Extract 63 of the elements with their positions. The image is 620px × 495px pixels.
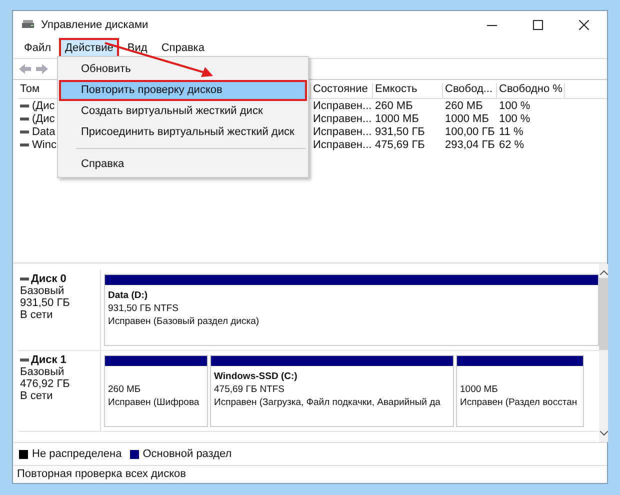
table-cell: 11 % [499,126,524,138]
disk-status: В сети [20,309,54,321]
partition-status: Исправен (Раздел восстан [460,396,578,409]
disk-type: Базовый [20,366,66,378]
scroll-up-icon[interactable] [600,270,608,275]
partition[interactable]: 1000 МБ Исправен (Раздел восстан [456,355,584,427]
table-cell: 931,50 ГБ [375,126,425,138]
column-header[interactable]: Свобод... [443,83,497,98]
window-title: Управление дисками [41,18,148,30]
menu-item[interactable]: Присоединить виртуальный жесткий диск [59,122,307,143]
table-cell: (Дис [32,112,55,124]
partition-title: Windows-SSD (C:) [214,370,298,383]
disk-name: Диск 0 [31,273,66,285]
menu-item[interactable]: Справка [155,38,210,58]
scrollbar[interactable] [599,264,608,442]
table-cell: 260 МБ [445,100,483,112]
table-cell: 62 % [499,138,524,150]
partition-size: 260 МБ [108,383,141,396]
menu-item[interactable]: Обновить [59,59,307,80]
scroll-down-icon[interactable] [600,431,608,436]
menu-item[interactable]: Файл [18,38,58,58]
partition-status: Исправен (Шифрова [108,396,200,409]
menu-item[interactable]: Справка [59,154,307,175]
legend-label: Основной раздел [142,448,232,460]
partition[interactable]: Windows-SSD (C:) 475,69 ГБ NTFS Исправен (Загрузка, Файл подкачки, Аварийный да [210,355,454,427]
column-header[interactable]: Емкость [373,83,443,98]
column-header[interactable]: Свободно % [497,83,565,98]
table-cell: (Дис [32,100,55,112]
disk-name: Диск 1 [31,354,66,366]
table-cell: Исправен... [313,100,372,112]
table-cell: 100 % [499,112,530,124]
partition-size: 931,50 ГБ NTFS [108,302,179,315]
disk-size: 931,50 ГБ [20,297,71,309]
partition-status: Исправен (Базовый раздел диска) [108,315,260,328]
table-cell: Исправен... [313,112,372,124]
table-cell: Data [32,126,56,138]
disk-icon [21,18,35,30]
table-cell: 100 % [499,100,530,112]
partition-size: 475,69 ГБ NTFS [214,383,285,396]
disk-type: Базовый [20,285,66,297]
menu-item[interactable]: Повторить проверку дисков [59,80,307,101]
table-cell: Winc [32,138,56,150]
table-cell: 100,00 ГБ [445,126,495,138]
menu-item[interactable]: Создать виртуальный жесткий диск [59,101,307,122]
column-header[interactable]: Состояние [311,83,373,98]
status-bar: Повторная проверка всех дисков [13,465,607,483]
partition[interactable]: Data (D:) 931,50 ГБ NTFS Исправен (Базовый раздел диска) [104,274,599,346]
table-cell: Исправен... [313,126,372,138]
table-cell: 260 МБ [375,100,413,112]
partition-title: Data (D:) [108,289,148,302]
partition-size: 1000 МБ [460,383,498,396]
partition-status: Исправен (Загрузка, Файл подкачки, Аварийный да [214,396,440,409]
maximize-icon[interactable] [533,20,543,30]
table-cell: 475,69 ГБ [375,138,425,150]
legend-label: Не распределена [32,448,122,460]
disk-status: В сети [20,390,54,402]
partition[interactable]: 260 МБ Исправен (Шифрова [104,355,208,427]
table-cell: Исправен... [313,138,372,150]
table-cell: 1000 МБ [445,112,489,124]
table-cell: 293,04 ГБ [445,138,495,150]
close-icon[interactable] [579,20,589,30]
table-cell: 1000 МБ [375,112,419,124]
disk-size: 476,92 ГБ [20,378,71,390]
